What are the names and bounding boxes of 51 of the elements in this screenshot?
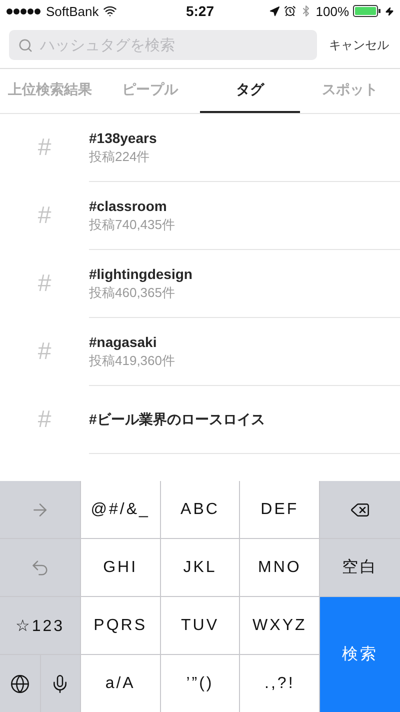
charging-icon <box>385 6 394 16</box>
post-count: 投稿460,365件 <box>89 284 176 302</box>
hashtag-icon: # <box>38 338 52 366</box>
hashtag-icon: # <box>38 406 52 434</box>
undo-icon <box>30 558 50 578</box>
cancel-button[interactable]: キャンセル <box>327 32 391 58</box>
key[interactable]: GHI <box>81 539 160 596</box>
key[interactable]: PQRS <box>81 597 160 654</box>
tag-name: #lightingdesign <box>89 266 194 282</box>
key[interactable]: DEF <box>240 481 319 538</box>
tag-name: #138years <box>89 130 158 146</box>
hashtag-icon: # <box>38 270 52 298</box>
signal-icon <box>6 8 42 14</box>
location-icon <box>268 6 280 16</box>
tag-name: #nagasaki <box>89 334 158 350</box>
key[interactable]: WXYZ <box>240 597 319 654</box>
key[interactable]: @#/&_ <box>81 481 160 538</box>
globe-icon <box>10 674 30 694</box>
battery-icon <box>353 5 381 17</box>
key[interactable]: 空白 <box>320 539 400 596</box>
tag-name: #ビール業界のロースロイス <box>89 410 266 428</box>
key[interactable]: JKL <box>160 539 240 596</box>
carrier-name: SoftBank <box>46 4 99 18</box>
wifi-icon <box>102 4 117 18</box>
key[interactable]: TUV <box>160 597 240 654</box>
tag-row[interactable]: #nagasaki 投稿419,360件 <box>89 318 400 386</box>
post-count: 投稿224件 <box>89 148 151 166</box>
delete-key[interactable] <box>320 481 400 538</box>
battery-percent: 100% <box>316 4 349 18</box>
microphone-key[interactable] <box>40 655 80 712</box>
key[interactable]: ☆123 <box>0 597 80 654</box>
hashtag-icon: # <box>38 134 52 162</box>
status-time: 5:27 <box>186 3 214 19</box>
post-count: 投稿740,435件 <box>89 216 176 234</box>
key[interactable]: a/A <box>81 655 160 712</box>
tag-name: #classroom <box>89 198 168 214</box>
tag-row[interactable]: #ビール業界のロースロイス <box>89 386 400 454</box>
search-icon <box>18 38 33 53</box>
globe-key[interactable] <box>0 655 40 712</box>
key[interactable]: ABC <box>160 481 240 538</box>
key[interactable]: ’”() <box>160 655 240 712</box>
search-key[interactable]: 検索 <box>320 597 400 712</box>
post-count: 投稿419,360件 <box>89 352 176 370</box>
tag-row[interactable]: #lightingdesign 投稿460,365件 <box>89 250 400 318</box>
tag-row[interactable]: #138years 投稿224件 <box>89 114 400 182</box>
tag-row[interactable]: #classroom 投稿740,435件 <box>89 182 400 250</box>
hashtag-icon: # <box>38 202 52 230</box>
key[interactable]: .,?! <box>240 655 319 712</box>
tab[interactable]: タグ <box>200 69 300 113</box>
alarm-icon <box>284 5 296 17</box>
key[interactable]: MNO <box>240 539 319 596</box>
